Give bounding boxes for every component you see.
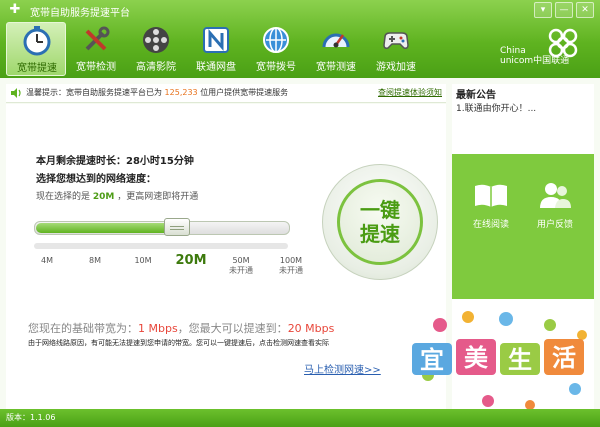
- app-window: ✚ 宽带自助服务提速平台 ▾ — ✕ 宽带提速 宽带检测 高清影院 联通网盘 宽…: [0, 0, 600, 427]
- slider-thumb[interactable]: [164, 218, 190, 236]
- deco-char: 活: [552, 344, 576, 372]
- selection-suffix: ，更高网速即将开通: [117, 192, 199, 202]
- slider-fill: [36, 223, 178, 233]
- feedback-label: 用户反馈: [536, 220, 573, 230]
- basic-mid: ，您最大可以提速到：: [177, 322, 288, 335]
- netdisk-n-icon: [199, 25, 233, 55]
- header: ✚ 宽带自助服务提速平台 ▾ — ✕ 宽带提速 宽带检测 高清影院 联通网盘 宽…: [0, 0, 600, 78]
- boost-panel: 本月剩余提速时长：28小时15分钟 选择您想达到的网络速度： 现在选择的是 20…: [6, 104, 446, 409]
- speed-slider[interactable]: [34, 218, 290, 236]
- title-bar[interactable]: ✚ 宽带自助服务提速平台 ▾ — ✕: [0, 0, 600, 20]
- detect-speed-link[interactable]: 马上检测网速>>: [304, 361, 381, 376]
- film-reel-icon: [139, 25, 173, 55]
- window-controls: ▾ — ✕: [534, 2, 594, 18]
- remaining-time: 本月剩余提速时长：28小时15分钟: [36, 156, 194, 167]
- china-unicom-logo: China unicom中国联通: [490, 20, 590, 76]
- nav-item-dialup[interactable]: 宽带拨号: [246, 22, 306, 76]
- announcement-title: 最新公告: [456, 90, 496, 101]
- gamepad-icon: [379, 25, 413, 55]
- nav-label: 宽带检测: [76, 62, 116, 73]
- tools-icon: [79, 25, 113, 55]
- version-label: 版本：1.1.06: [6, 413, 56, 422]
- max-bandwidth: 20 Mbps: [287, 322, 335, 335]
- user-count: 125,233: [164, 88, 198, 97]
- tick-20m[interactable]: 20M: [168, 253, 214, 268]
- nav-label: 宽带拨号: [256, 62, 296, 73]
- nav-item-speed-test[interactable]: 宽带测速: [306, 22, 366, 76]
- basic-prefix: 您现在的基础带宽为：: [28, 322, 138, 335]
- nav-item-broadband-check[interactable]: 宽带检测: [66, 22, 126, 76]
- deco-char: 宜: [420, 346, 444, 374]
- users-icon: [540, 183, 571, 208]
- tick-label: 8M: [89, 256, 101, 265]
- close-button[interactable]: ✕: [576, 2, 594, 18]
- tick-10m[interactable]: 10M: [120, 256, 166, 265]
- nav-item-game-boost[interactable]: 游戏加速: [366, 22, 426, 76]
- tick-sub: 未开通: [279, 266, 303, 275]
- nav-label: 联通网盘: [196, 62, 236, 73]
- tick-8m[interactable]: 8M: [72, 256, 118, 265]
- slider-shadow-track: [34, 243, 288, 249]
- menu-button[interactable]: ▾: [534, 2, 552, 18]
- read-online-label: 在线阅读: [472, 220, 509, 230]
- boost-button-inner: 一键提速: [337, 179, 423, 265]
- notice-bar: 温馨提示：宽带自助服务提速平台已为 125,233 位用户提供宽带提速服务 查阅…: [6, 84, 446, 103]
- nav-label: 宽带测速: [316, 62, 356, 73]
- current-selection: 现在选择的是 20M ，更高网速即将开通: [36, 189, 198, 202]
- brand-text: China unicom中国联通: [500, 46, 569, 66]
- globe-dial-icon: [259, 25, 293, 55]
- tick-sub: 未开通: [229, 266, 253, 275]
- announcement-item[interactable]: 1.联通由你开心！...: [456, 101, 536, 114]
- main-nav: 宽带提速 宽带检测 高清影院 联通网盘 宽带拨号 宽带测速 游戏加速: [6, 22, 426, 76]
- open-book-icon: [475, 184, 507, 207]
- notice-text: 温馨提示：宽带自助服务提速平台已为 125,233 位用户提供宽带提速服务: [26, 87, 288, 98]
- yimei-life-decoration: 宜 美 生 活: [412, 311, 587, 410]
- status-bar: 版本：1.1.06: [0, 409, 600, 427]
- boost-button-label: 一键提速: [360, 198, 400, 246]
- selection-prefix: 现在选择的是: [36, 192, 91, 202]
- nav-item-netdisk[interactable]: 联通网盘: [186, 22, 246, 76]
- brand-line-1: China: [500, 46, 526, 56]
- feedback-button[interactable]: 用户反馈: [524, 180, 586, 230]
- tick-50m[interactable]: 50M 未开通: [218, 256, 264, 276]
- notice-suffix: 位用户提供宽带提速服务: [200, 88, 289, 97]
- one-click-boost-button[interactable]: 一键提速: [322, 164, 438, 280]
- tick-label: 50M: [232, 256, 250, 265]
- nav-item-broadband-boost[interactable]: 宽带提速: [6, 22, 66, 76]
- tick-label: 4M: [41, 256, 53, 265]
- speed-ticks: 4M 8M 10M 20M 50M 未开通 100M 未开通: [24, 253, 314, 286]
- nav-label: 高清影院: [136, 62, 176, 73]
- tick-label: 100M: [279, 256, 303, 265]
- notice-prefix: 温馨提示：宽带自助服务提速平台已为: [26, 88, 162, 97]
- brand-line-2: unicom中国联通: [500, 56, 570, 66]
- deco-char: 生: [508, 346, 532, 374]
- nav-item-hd-cinema[interactable]: 高清影院: [126, 22, 186, 76]
- bandwidth-info: 您现在的基础带宽为：1 Mbps，您最大可以提速到：20 Mbps: [28, 320, 334, 336]
- app-title: 宽带自助服务提速平台: [30, 8, 130, 19]
- nav-label: 宽带提速: [17, 63, 57, 74]
- deco-char: 美: [464, 344, 488, 372]
- minimize-button[interactable]: —: [555, 2, 573, 18]
- selection-value: 20M: [92, 192, 115, 202]
- stopwatch-icon: [20, 26, 54, 56]
- tick-label: 20M: [175, 253, 207, 268]
- boost-terms-link[interactable]: 查阅提速体验须知: [378, 87, 442, 98]
- speaker-icon: [11, 88, 21, 98]
- basic-bandwidth: 1 Mbps: [138, 322, 178, 335]
- line-note: 由于网络线路原因，有可能无法提速到您申请的带宽。您可以一键提速后，点击检测网速查…: [28, 339, 329, 347]
- read-online-button[interactable]: 在线阅读: [460, 180, 522, 230]
- tick-100m[interactable]: 100M 未开通: [268, 256, 314, 276]
- speedometer-icon: [319, 25, 353, 55]
- tick-4m[interactable]: 4M: [24, 256, 70, 265]
- decoration-text: 宜 美 生 活: [420, 344, 576, 374]
- target-speed-label: 选择您想达到的网络速度：: [36, 174, 156, 185]
- tick-label: 10M: [134, 256, 152, 265]
- app-logo-icon: ✚: [9, 2, 21, 17]
- nav-label: 游戏加速: [376, 62, 416, 73]
